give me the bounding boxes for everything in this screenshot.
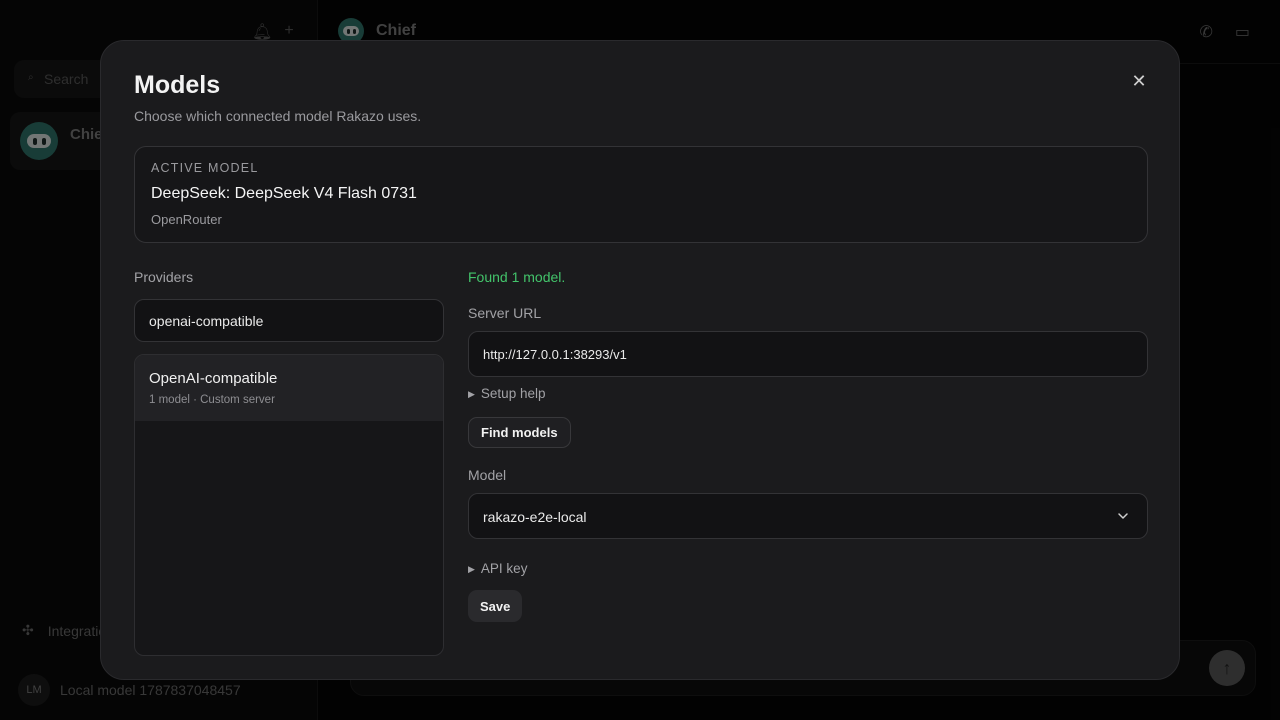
models-dialog: Models Choose which connected model Raka… (100, 40, 1180, 680)
app-root: 🔔︎ + ⌕ Search Chief ✣ Integrations LM Lo… (0, 0, 1280, 720)
active-model-provider: OpenRouter (151, 212, 222, 227)
active-model-card: ACTIVE MODEL DeepSeek: DeepSeek V4 Flash… (134, 146, 1148, 243)
providers-label: Providers (134, 269, 194, 285)
chevron-down-icon (1118, 513, 1128, 519)
model-label: Model (468, 467, 507, 483)
find-models-button[interactable]: Find models (468, 417, 571, 448)
provider-item-name: OpenAI-compatible (149, 370, 278, 387)
model-select[interactable]: rakazo-e2e-local (468, 493, 1148, 539)
server-url-input[interactable] (468, 331, 1148, 377)
provider-item-meta: 1 model · Custom server (149, 394, 275, 406)
provider-item-openai-compatible[interactable]: OpenAI-compatible 1 model · Custom serve… (135, 355, 443, 421)
active-model-name: DeepSeek: DeepSeek V4 Flash 0731 (151, 185, 417, 202)
setup-help-label: Setup help (480, 386, 546, 401)
dialog-subtitle: Choose which connected model Rakazo uses… (134, 108, 422, 124)
api-key-toggle[interactable]: ▶ API key (468, 561, 527, 576)
model-select-value: rakazo-e2e-local (483, 509, 587, 525)
api-key-label: API key (480, 561, 528, 576)
server-url-label: Server URL (468, 305, 542, 321)
save-button[interactable]: Save (468, 590, 523, 622)
close-icon[interactable]: ✕ (1129, 71, 1149, 91)
provider-search-input[interactable] (134, 299, 444, 342)
provider-list: OpenAI-compatible 1 model · Custom serve… (134, 354, 444, 656)
active-model-label: ACTIVE MODEL (151, 161, 259, 175)
setup-help-toggle[interactable]: ▶ Setup help (468, 386, 545, 401)
status-message: Found 1 model. (468, 269, 566, 285)
triangle-right-icon: ▶ (468, 389, 475, 399)
dialog-title: Models (134, 71, 221, 99)
triangle-right-icon: ▶ (468, 564, 475, 574)
